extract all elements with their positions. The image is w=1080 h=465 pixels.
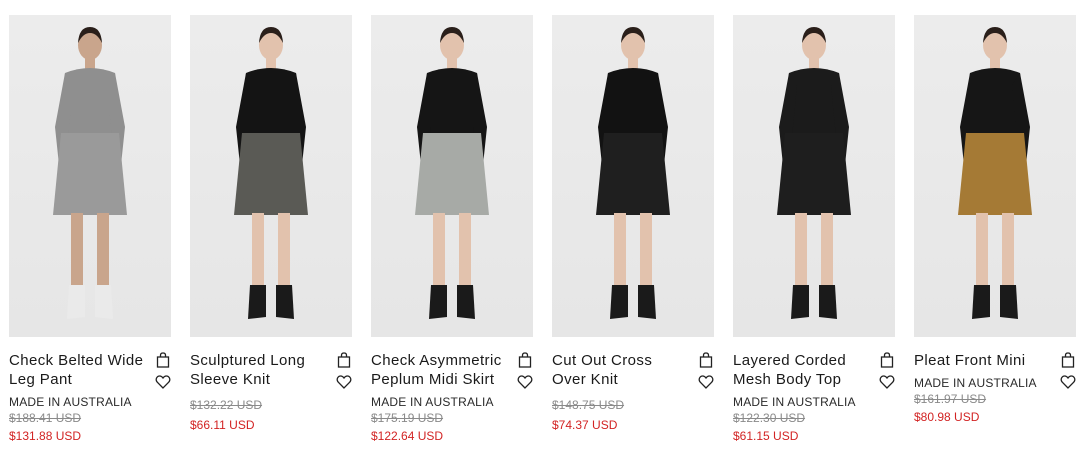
product-image[interactable] (914, 15, 1076, 337)
heart-icon[interactable] (155, 374, 171, 390)
product-info: Cut Out Cross Over Knit $148.75 USD $74.… (552, 351, 714, 461)
product-actions (1060, 352, 1076, 396)
original-price: $188.41 USD (9, 411, 82, 425)
made-in-label: MADE IN AUSTRALIA (733, 395, 856, 409)
original-price: $161.97 USD (914, 392, 987, 406)
model-photo (596, 27, 670, 319)
sale-price: $122.64 USD (371, 429, 444, 443)
product-card[interactable]: Cut Out Cross Over Knit $148.75 USD $74.… (552, 15, 714, 461)
product-image[interactable] (552, 15, 714, 337)
product-info: Check Asymmetric Peplum Midi Skirt MADE … (371, 351, 533, 461)
shopping-bag-icon[interactable] (698, 352, 714, 368)
product-name[interactable]: Check Belted Wide Leg Pant (9, 351, 145, 389)
model-photo (234, 27, 308, 319)
product-name[interactable]: Sculptured Long Sleeve Knit (190, 351, 326, 389)
product-actions (879, 352, 895, 396)
product-card[interactable]: Check Belted Wide Leg Pant MADE IN AUSTR… (9, 15, 171, 461)
heart-icon[interactable] (879, 374, 895, 390)
product-image[interactable] (733, 15, 895, 337)
product-info: Check Belted Wide Leg Pant MADE IN AUSTR… (9, 351, 171, 461)
product-actions (517, 352, 533, 396)
heart-icon[interactable] (517, 374, 533, 390)
product-name[interactable]: Check Asymmetric Peplum Midi Skirt (371, 351, 507, 389)
made-in-label: MADE IN AUSTRALIA (371, 395, 494, 409)
heart-icon[interactable] (336, 374, 352, 390)
product-card[interactable]: Layered Corded Mesh Body Top MADE IN AUS… (733, 15, 895, 461)
product-grid: Check Belted Wide Leg Pant MADE IN AUSTR… (9, 15, 1076, 461)
heart-icon[interactable] (698, 374, 714, 390)
product-name[interactable]: Pleat Front Mini (914, 351, 1050, 370)
product-name[interactable]: Layered Corded Mesh Body Top (733, 351, 869, 389)
product-actions (336, 352, 352, 396)
product-info: Sculptured Long Sleeve Knit $132.22 USD … (190, 351, 352, 461)
product-image[interactable] (9, 15, 171, 337)
product-info: Layered Corded Mesh Body Top MADE IN AUS… (733, 351, 895, 461)
made-in-label: MADE IN AUSTRALIA (914, 376, 1037, 390)
model-photo (53, 27, 127, 319)
product-image[interactable] (190, 15, 352, 337)
product-actions (698, 352, 714, 396)
model-photo (958, 27, 1032, 319)
sale-price: $74.37 USD (552, 418, 618, 432)
model-photo (777, 27, 851, 319)
original-price: $122.30 USD (733, 411, 806, 425)
product-card[interactable]: Sculptured Long Sleeve Knit $132.22 USD … (190, 15, 352, 461)
sale-price: $61.15 USD (733, 429, 799, 443)
heart-icon[interactable] (1060, 374, 1076, 390)
shopping-bag-icon[interactable] (517, 352, 533, 368)
shopping-bag-icon[interactable] (879, 352, 895, 368)
shopping-bag-icon[interactable] (155, 352, 171, 368)
original-price: $148.75 USD (552, 398, 625, 412)
sale-price: $80.98 USD (914, 410, 980, 424)
shopping-bag-icon[interactable] (336, 352, 352, 368)
product-card[interactable]: Pleat Front Mini MADE IN AUSTRALIA $161.… (914, 15, 1076, 461)
product-name[interactable]: Cut Out Cross Over Knit (552, 351, 688, 389)
original-price: $132.22 USD (190, 398, 263, 412)
original-price: $175.19 USD (371, 411, 444, 425)
made-in-label: MADE IN AUSTRALIA (9, 395, 132, 409)
product-card[interactable]: Check Asymmetric Peplum Midi Skirt MADE … (371, 15, 533, 461)
sale-price: $66.11 USD (190, 418, 255, 432)
model-photo (415, 27, 489, 319)
sale-price: $131.88 USD (9, 429, 82, 443)
product-info: Pleat Front Mini MADE IN AUSTRALIA $161.… (914, 351, 1076, 461)
product-image[interactable] (371, 15, 533, 337)
product-actions (155, 352, 171, 396)
shopping-bag-icon[interactable] (1060, 352, 1076, 368)
